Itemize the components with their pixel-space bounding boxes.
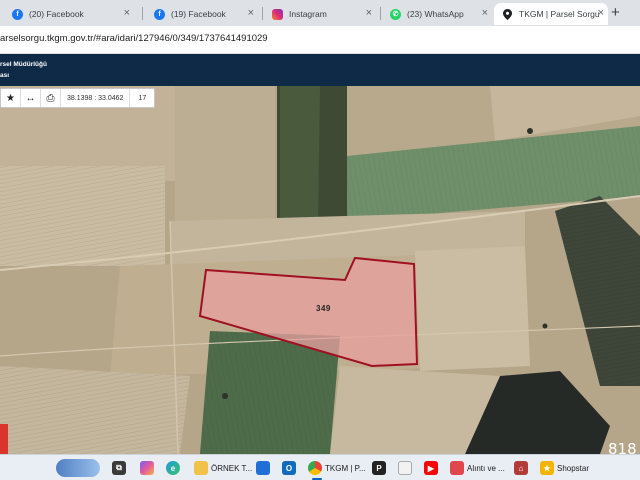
close-icon[interactable]: × bbox=[482, 7, 488, 19]
taskbar-task-view[interactable]: ⧉ bbox=[112, 459, 129, 477]
outlook-icon: O bbox=[282, 461, 296, 475]
address-bar[interactable]: arselsorgu.tkgm.gov.tr/#ara/idari/127946… bbox=[0, 26, 640, 54]
tab-whatsapp[interactable]: ✆ (23) WhatsApp × bbox=[382, 3, 492, 25]
youtube-icon: ▶ bbox=[424, 461, 438, 475]
map-pin-icon bbox=[502, 8, 513, 20]
tab-divider bbox=[262, 7, 263, 20]
folder-icon bbox=[194, 461, 208, 475]
taskbar-outlook[interactable]: O bbox=[282, 459, 299, 477]
edge-icon: e bbox=[166, 461, 180, 475]
tab-divider bbox=[380, 7, 381, 20]
taskbar-weather[interactable] bbox=[56, 459, 103, 477]
taskbar-edge[interactable]: e bbox=[166, 459, 183, 477]
tab-label: Instagram bbox=[289, 9, 327, 19]
taskbar-home[interactable]: ⌂ bbox=[514, 459, 531, 477]
taskbar-store[interactable] bbox=[256, 459, 273, 477]
taskbar-snipping-tool[interactable]: Alıntı ve ... bbox=[450, 459, 505, 477]
taskbar-folder[interactable]: ÖRNEK T... bbox=[194, 459, 252, 477]
taskbar-label: TKGM | P... bbox=[325, 463, 366, 473]
close-icon[interactable]: × bbox=[366, 7, 372, 19]
tab-divider bbox=[142, 7, 143, 20]
chrome-icon bbox=[308, 461, 322, 475]
home-icon: ⌂ bbox=[514, 461, 528, 475]
copilot-icon bbox=[140, 461, 154, 475]
tab-facebook-1[interactable]: f (20) Facebook × bbox=[4, 3, 134, 25]
site-title: rsel Müdürlüğü bbox=[0, 61, 47, 68]
taskbar-label: Shopstar bbox=[557, 463, 590, 473]
facebook-icon: f bbox=[12, 8, 23, 20]
coordinate-readout: 38.1398 : 33.0462 bbox=[61, 89, 131, 107]
taskbar-label: ÖRNEK T... bbox=[211, 463, 253, 473]
taskbar-app[interactable]: P bbox=[372, 459, 389, 477]
taskbar-youtube[interactable]: ▶ bbox=[424, 459, 441, 477]
app-icon: P bbox=[372, 461, 386, 475]
tab-label: (19) Facebook bbox=[171, 9, 226, 19]
tab-label: (23) WhatsApp bbox=[407, 9, 464, 19]
parcel-number-label: 349 bbox=[316, 304, 331, 313]
side-marker bbox=[0, 424, 8, 454]
store-icon bbox=[256, 461, 270, 475]
star-icon[interactable]: ★ bbox=[1, 89, 21, 107]
new-tab-button[interactable]: + bbox=[611, 4, 620, 21]
tab-label: (20) Facebook bbox=[29, 9, 84, 19]
satellite-imagery bbox=[0, 86, 640, 454]
taskbar-label: Alıntı ve ... bbox=[467, 463, 505, 473]
shopstar-icon: ★ bbox=[540, 461, 554, 475]
close-icon[interactable]: × bbox=[248, 7, 254, 19]
taskbar: ⧉ e ÖRNEK T... O TKGM | P... P ▶ Alıntı … bbox=[0, 454, 640, 480]
site-header: rsel Müdürlüğü ası bbox=[0, 54, 640, 86]
tab-instagram[interactable]: Instagram × bbox=[264, 3, 376, 25]
tab-label: TKGM | Parsel Sorgu bbox=[519, 9, 600, 19]
taskbar-chrome[interactable]: TKGM | P... bbox=[308, 459, 366, 480]
app-icon-2 bbox=[398, 461, 412, 475]
snipping-tool-icon bbox=[450, 461, 464, 475]
zoom-level: 17 bbox=[138, 94, 147, 102]
facebook-icon: f bbox=[154, 8, 165, 20]
close-icon[interactable]: × bbox=[124, 7, 130, 19]
site-subtitle: ası bbox=[0, 72, 10, 79]
instagram-icon bbox=[272, 8, 283, 20]
whatsapp-icon: ✆ bbox=[390, 8, 401, 20]
tab-facebook-2[interactable]: f (19) Facebook × bbox=[146, 3, 258, 25]
task-view-icon: ⧉ bbox=[112, 461, 126, 475]
satellite-map[interactable] bbox=[0, 86, 640, 454]
map-toolbar: ★ ↔ ⎙ 38.1398 : 33.0462 17 bbox=[0, 88, 156, 108]
taskbar-shopstar[interactable]: ★ Shopstar bbox=[540, 459, 589, 477]
tab-strip: f (20) Facebook × f (19) Facebook × Inst… bbox=[0, 0, 640, 26]
close-icon[interactable]: × bbox=[598, 7, 604, 19]
measure-icon[interactable]: ↔ bbox=[21, 89, 41, 107]
taskbar-app-2[interactable] bbox=[398, 459, 415, 477]
print-icon[interactable]: ⎙ bbox=[41, 89, 61, 107]
taskbar-copilot[interactable] bbox=[140, 459, 157, 477]
tab-tkgm-parsel-sorgu[interactable]: TKGM | Parsel Sorgu × bbox=[494, 3, 608, 25]
weather-icon bbox=[56, 459, 100, 477]
url-text[interactable]: arselsorgu.tkgm.gov.tr/#ara/idari/127946… bbox=[0, 33, 268, 44]
